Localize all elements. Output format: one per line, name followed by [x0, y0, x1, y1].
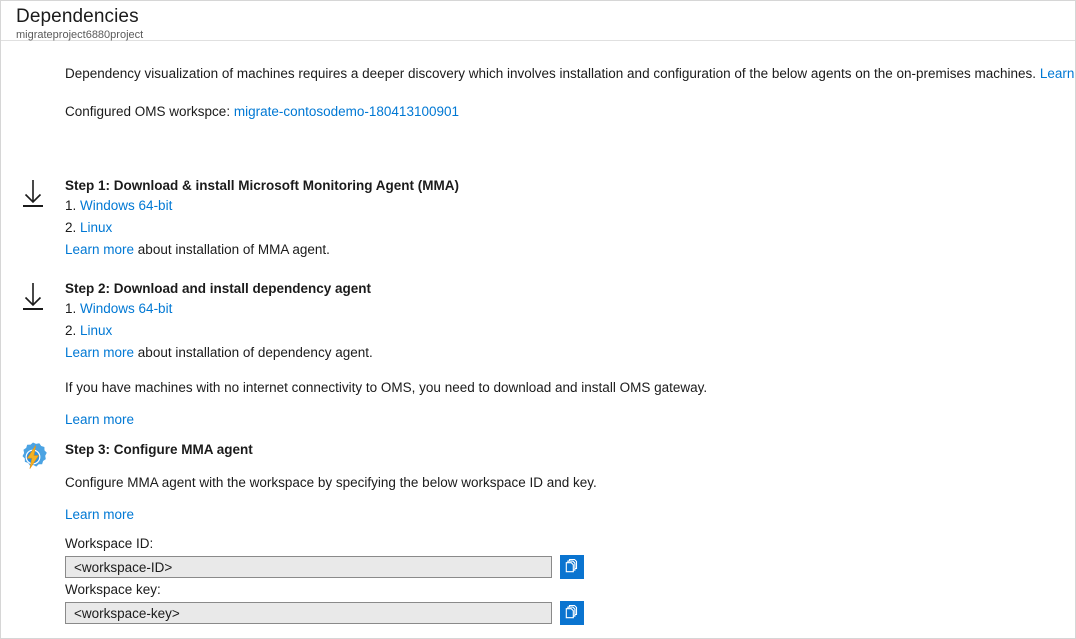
step-3-learn-more-link[interactable]: Learn more [65, 507, 134, 522]
intro-paragraph: Dependency visualization of machines req… [65, 65, 1076, 83]
copy-workspace-id-button[interactable] [560, 555, 584, 579]
step-3-title: Step 3: Configure MMA agent [65, 441, 597, 459]
dependency-linux-link[interactable]: Linux [80, 323, 112, 338]
list-item: 1. Windows 64-bit [65, 298, 707, 320]
step-1-title: Step 1: Download & install Microsoft Mon… [65, 177, 459, 195]
list-item-number: 1. [65, 301, 76, 316]
step-2-learn-more-link[interactable]: Learn more [65, 345, 134, 360]
step-1-note-text: about installation of MMA agent. [134, 242, 330, 257]
step-2-title: Step 2: Download and install dependency … [65, 280, 707, 298]
step-2-list: 1. Windows 64-bit 2. Linux [65, 298, 707, 342]
workspace-key-row [65, 601, 584, 625]
step-2-body: Step 2: Download and install dependency … [65, 280, 707, 429]
configured-workspace-label: Configured OMS workspce: [65, 104, 230, 119]
workspace-id-row [65, 555, 584, 579]
download-linux-link[interactable]: Linux [80, 220, 112, 235]
download-icon [17, 177, 49, 209]
dependencies-page: Dependencies migrateproject6880project D… [0, 0, 1076, 639]
step-3-body: Step 3: Configure MMA agent Configure MM… [65, 441, 597, 524]
page-title: Dependencies [16, 6, 1075, 28]
step-1-learn-more-link[interactable]: Learn more [65, 242, 134, 257]
copy-icon [564, 604, 580, 623]
gateway-learn-more-link[interactable]: Learn more [65, 412, 134, 427]
copy-icon [564, 558, 580, 577]
workspace-id-input[interactable] [65, 556, 552, 578]
list-item: 1. Windows 64-bit [65, 195, 459, 217]
workspace-id-field-group: Workspace ID: [65, 535, 584, 579]
page-subtitle: migrateproject6880project [16, 29, 1075, 42]
workspace-key-input[interactable] [65, 602, 552, 624]
list-item: 2. Linux [65, 217, 459, 239]
workspace-key-label: Workspace key: [65, 581, 584, 598]
step-3-learn-more: Learn more [65, 506, 597, 524]
intro-text: Dependency visualization of machines req… [65, 66, 1036, 81]
intro-learn-more-link[interactable]: Learn more [1040, 66, 1076, 81]
list-item-number: 2. [65, 323, 76, 338]
step-1-list: 1. Windows 64-bit 2. Linux [65, 195, 459, 239]
configured-workspace-line: Configured OMS workspce: migrate-contoso… [65, 103, 459, 121]
step-2-note: Learn more about installation of depende… [65, 342, 707, 364]
step-1-body: Step 1: Download & install Microsoft Mon… [65, 177, 459, 261]
step-2-gateway-learn-more: Learn more [65, 411, 707, 429]
list-item-number: 2. [65, 220, 76, 235]
list-item-number: 1. [65, 198, 76, 213]
step-3-paragraph: Configure MMA agent with the workspace b… [65, 474, 597, 492]
download-icon [17, 280, 49, 312]
download-windows-64-link[interactable]: Windows 64-bit [80, 198, 172, 213]
page-header: Dependencies migrateproject6880project [1, 1, 1075, 41]
gear-bolt-icon [17, 441, 49, 473]
dependency-windows-64-link[interactable]: Windows 64-bit [80, 301, 172, 316]
step-2-note-text: about installation of dependency agent. [134, 345, 373, 360]
step-2-gateway-paragraph: If you have machines with no internet co… [65, 379, 707, 397]
copy-workspace-key-button[interactable] [560, 601, 584, 625]
step-1-note: Learn more about installation of MMA age… [65, 239, 459, 261]
workspace-key-field-group: Workspace key: [65, 581, 584, 625]
configured-workspace-link[interactable]: migrate-contosodemo-180413100901 [234, 104, 459, 119]
workspace-id-label: Workspace ID: [65, 535, 584, 552]
list-item: 2. Linux [65, 320, 707, 342]
